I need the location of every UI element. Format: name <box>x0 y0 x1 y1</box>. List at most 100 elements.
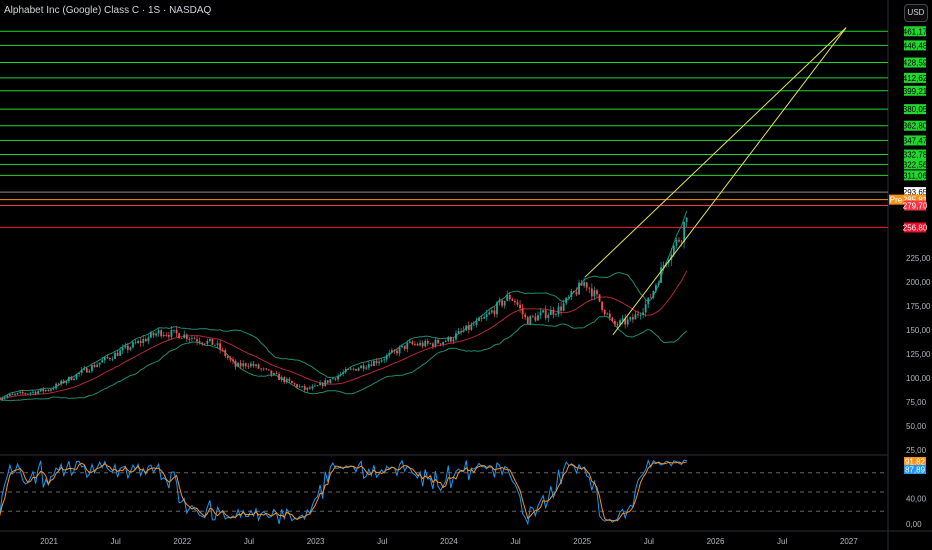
x-tick-label: 2026 <box>707 537 725 546</box>
candle-body <box>414 343 416 345</box>
candle-body <box>9 394 11 396</box>
candle-body <box>144 339 147 342</box>
candle-body <box>224 350 227 357</box>
candle-body <box>301 386 304 387</box>
candle-body <box>501 300 504 306</box>
candle-body <box>496 302 498 315</box>
candle-body <box>634 314 637 320</box>
candle-body <box>237 362 239 367</box>
candle-body <box>565 297 568 304</box>
candle-body <box>170 329 173 337</box>
candle-body <box>283 377 286 383</box>
candle-body <box>229 357 232 360</box>
candle-body <box>44 389 47 392</box>
candle-body <box>65 381 68 384</box>
candle-body <box>265 368 268 370</box>
candle-body <box>293 383 296 385</box>
candle-body <box>26 393 29 395</box>
candle-body <box>398 347 401 354</box>
candle-body <box>434 339 437 347</box>
candle-body <box>547 314 550 319</box>
candle-body <box>278 373 280 380</box>
level-price-label: 362,80 <box>903 122 928 131</box>
level-price-label: 311,06 <box>903 171 927 180</box>
candle-body <box>421 342 424 347</box>
x-tick-label: 2021 <box>40 537 58 546</box>
candle-body <box>280 377 283 380</box>
candle-body <box>685 217 688 222</box>
trendline <box>584 27 847 278</box>
candle-body <box>111 358 114 360</box>
candle-body <box>680 241 683 243</box>
candle-body <box>150 332 152 338</box>
level-price-label: 461,17 <box>903 27 928 36</box>
y-tick-label: 50,00 <box>906 422 927 431</box>
candle-body <box>288 378 291 381</box>
candle-body <box>675 239 678 246</box>
oscillator-value-label: 87,89 <box>905 466 926 475</box>
candle-body <box>342 372 345 375</box>
candle-body <box>257 364 260 369</box>
level-price-label: 332,78 <box>903 151 928 160</box>
candle-body <box>601 301 603 310</box>
candle-body <box>593 290 596 297</box>
candle-body <box>0 397 1 400</box>
candle-body <box>321 382 324 387</box>
candle-body <box>439 343 442 345</box>
candle-body <box>103 357 106 361</box>
candle-body <box>516 302 519 305</box>
candle-body <box>193 338 196 340</box>
candle-body <box>344 369 347 373</box>
sma-line <box>0 270 688 400</box>
x-tick-label: 2027 <box>840 537 858 546</box>
candle-body <box>419 342 421 346</box>
candle-body <box>42 388 45 392</box>
y-tick-label: 100,00 <box>906 374 931 383</box>
candle-body <box>539 312 542 316</box>
y-tick-label: 150,00 <box>906 326 931 335</box>
candle-body <box>119 350 122 356</box>
level-price-label: 412,62 <box>903 74 928 83</box>
y-tick-label: 200,00 <box>906 278 931 287</box>
candle-body <box>147 337 150 342</box>
candle-body <box>67 376 70 382</box>
candle-body <box>260 368 263 370</box>
candle-body <box>408 341 411 343</box>
candle-body <box>106 357 109 358</box>
candle-body <box>91 365 93 372</box>
candle-body <box>614 321 616 325</box>
trendline <box>612 27 847 336</box>
candle-body <box>583 282 586 286</box>
candle-body <box>55 383 57 389</box>
candle-body <box>178 333 181 339</box>
candle-body <box>191 338 193 340</box>
level-price-label: 380,05 <box>903 105 928 114</box>
level-price-label: 399,21 <box>903 87 928 96</box>
candle-body <box>165 334 168 336</box>
candle-body <box>588 287 591 289</box>
candle-body <box>314 385 316 387</box>
candle-body <box>580 282 583 286</box>
candle-body <box>267 369 270 371</box>
candle-body <box>490 310 493 313</box>
candle-body <box>367 364 370 368</box>
candle-body <box>206 340 209 344</box>
candle-body <box>219 343 222 350</box>
candle-body <box>180 337 183 339</box>
y-tick-label: 75,00 <box>906 398 927 407</box>
candle-body <box>526 317 529 325</box>
candle-body <box>629 317 632 320</box>
candle-body <box>432 343 434 347</box>
candle-body <box>137 340 140 344</box>
candle-body <box>362 365 365 369</box>
candle-body <box>406 342 409 349</box>
price-chart[interactable]: 25,00 50,00 75,00 100,00 125,00 150,00 175,00 2… <box>0 0 932 550</box>
candle-body <box>631 317 634 320</box>
candle-body <box>339 374 342 376</box>
candle-body <box>329 379 332 383</box>
x-tick-label: Jul <box>644 537 654 546</box>
candle-body <box>296 384 298 388</box>
x-tick-label: Jul <box>377 537 387 546</box>
candle-body <box>249 363 252 367</box>
candle-body <box>114 352 116 359</box>
